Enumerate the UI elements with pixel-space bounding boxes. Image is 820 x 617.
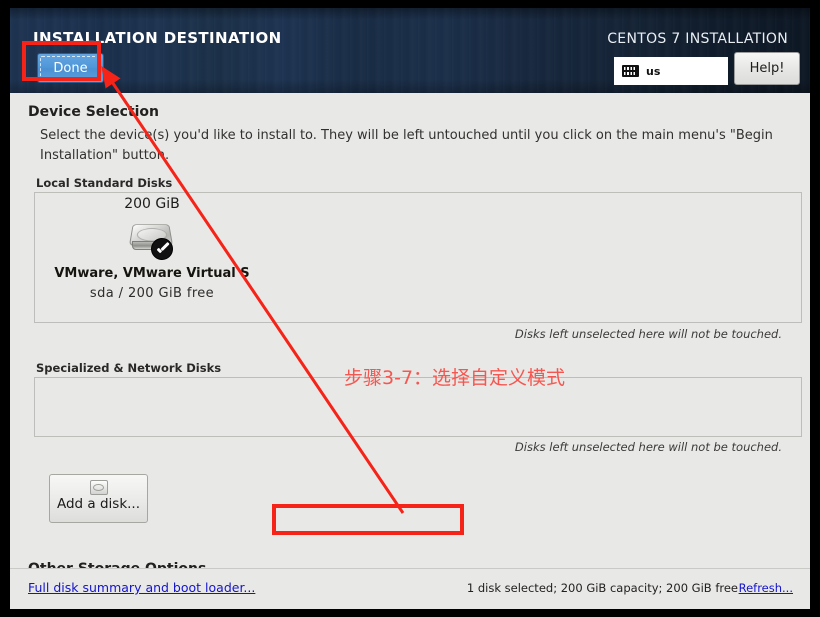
local-unselected-note: Disks left unselected here will not be t…	[514, 327, 782, 341]
device-selection-heading: Device Selection	[28, 104, 159, 120]
specialized-unselected-note: Disks left unselected here will not be t…	[514, 440, 782, 454]
screenshot-root: INSTALLATION DESTINATION Done CENTOS 7 I…	[0, 0, 820, 617]
hard-disk-icon	[127, 220, 177, 262]
keyboard-layout-indicator[interactable]: us	[614, 57, 728, 85]
help-button[interactable]: Help!	[734, 52, 800, 85]
disk-icon	[89, 480, 108, 495]
disk-status-text: 1 disk selected; 200 GiB capacity; 200 G…	[466, 581, 738, 595]
disk-detail-label: sda / 200 GiB free	[89, 286, 215, 301]
window-header: INSTALLATION DESTINATION Done CENTOS 7 I…	[10, 8, 810, 93]
disk-tile-sda[interactable]: 200 GiB VMware, VMware Virtual S sda / 2…	[47, 193, 257, 309]
installation-title: CENTOS 7 INSTALLATION	[607, 31, 788, 47]
anaconda-installer-window: INSTALLATION DESTINATION Done CENTOS 7 I…	[10, 8, 810, 609]
checkmark-badge-icon	[151, 238, 173, 260]
device-selection-description: Select the device(s) you'd like to insta…	[40, 128, 773, 163]
refresh-link[interactable]: Refresh...	[739, 581, 793, 595]
keyboard-layout-label: us	[646, 64, 661, 78]
specialized-disks-panel	[34, 377, 802, 437]
full-disk-summary-link[interactable]: Full disk summary and boot loader...	[28, 580, 255, 595]
status-bar: Full disk summary and boot loader... 1 d…	[10, 568, 810, 609]
help-button-label: Help!	[749, 61, 785, 76]
main-content: Device Selection Select the device(s) yo…	[10, 93, 810, 609]
add-a-disk-button[interactable]: Add a disk...	[49, 474, 148, 523]
done-button-label: Done	[53, 60, 88, 76]
done-button[interactable]: Done	[37, 53, 104, 83]
page-title: INSTALLATION DESTINATION	[33, 29, 282, 47]
specialized-network-disks-label: Specialized & Network Disks	[36, 361, 222, 375]
disk-model-label: VMware, VMware Virtual S	[54, 266, 250, 281]
keyboard-icon	[622, 65, 639, 77]
add-a-disk-label: Add a disk...	[56, 496, 141, 512]
disk-capacity-label: 200 GiB	[124, 196, 180, 212]
local-standard-disks-label: Local Standard Disks	[36, 176, 173, 190]
